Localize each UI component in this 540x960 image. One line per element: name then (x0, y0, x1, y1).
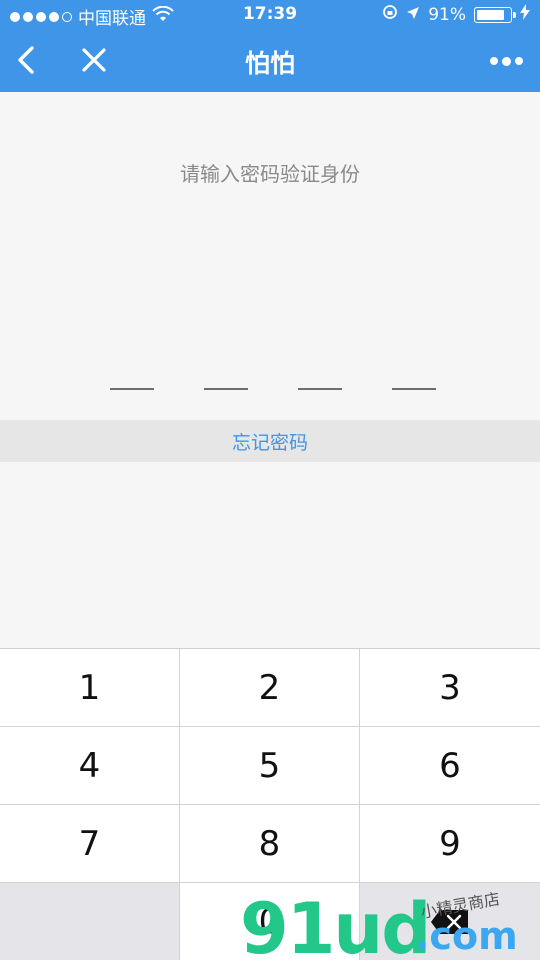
page-title: 怕怕 (244, 49, 295, 78)
battery-percent: 91% (428, 4, 466, 25)
more-dot-icon (514, 57, 523, 65)
backspace-icon (431, 910, 468, 934)
key-2[interactable]: 2 (180, 649, 360, 727)
phone-screen: 中国联通 17:39 91% 怕怕 请输入密码验证身份 忘记密码 1 2 3 4… (0, 0, 540, 960)
key-delete[interactable] (360, 883, 540, 960)
more-dot-icon (489, 57, 498, 65)
header: 中国联通 17:39 91% 怕怕 (0, 0, 540, 92)
numeric-keypad: 1 2 3 4 5 6 7 8 9 0 (0, 648, 540, 960)
more-options-button[interactable] (484, 44, 528, 78)
forgot-password-button[interactable]: 忘记密码 (0, 420, 540, 462)
key-6[interactable]: 6 (360, 727, 540, 805)
battery-icon (474, 6, 516, 23)
key-0[interactable]: 0 (180, 883, 360, 960)
pin-digit-slot (110, 388, 154, 390)
key-4[interactable]: 4 (0, 727, 180, 805)
pin-digit-slot (298, 388, 342, 390)
nav-bar: 怕怕 (0, 30, 540, 92)
key-1[interactable]: 1 (0, 649, 180, 727)
key-blank (0, 883, 180, 960)
charging-icon (520, 4, 530, 25)
more-dot-icon (501, 56, 511, 66)
pin-digit-slot (204, 388, 248, 390)
key-8[interactable]: 8 (180, 805, 360, 883)
status-right: 91% (382, 4, 530, 25)
pin-input[interactable] (110, 388, 440, 392)
location-icon (406, 5, 420, 25)
forgot-password-label: 忘记密码 (231, 431, 308, 454)
password-prompt: 请输入密码验证身份 (180, 162, 360, 186)
status-bar: 中国联通 17:39 91% (0, 0, 540, 30)
key-9[interactable]: 9 (360, 805, 540, 883)
key-3[interactable]: 3 (360, 649, 540, 727)
pin-digit-slot (392, 388, 436, 390)
key-5[interactable]: 5 (180, 727, 360, 805)
key-7[interactable]: 7 (0, 805, 180, 883)
orientation-lock-icon (382, 4, 398, 25)
